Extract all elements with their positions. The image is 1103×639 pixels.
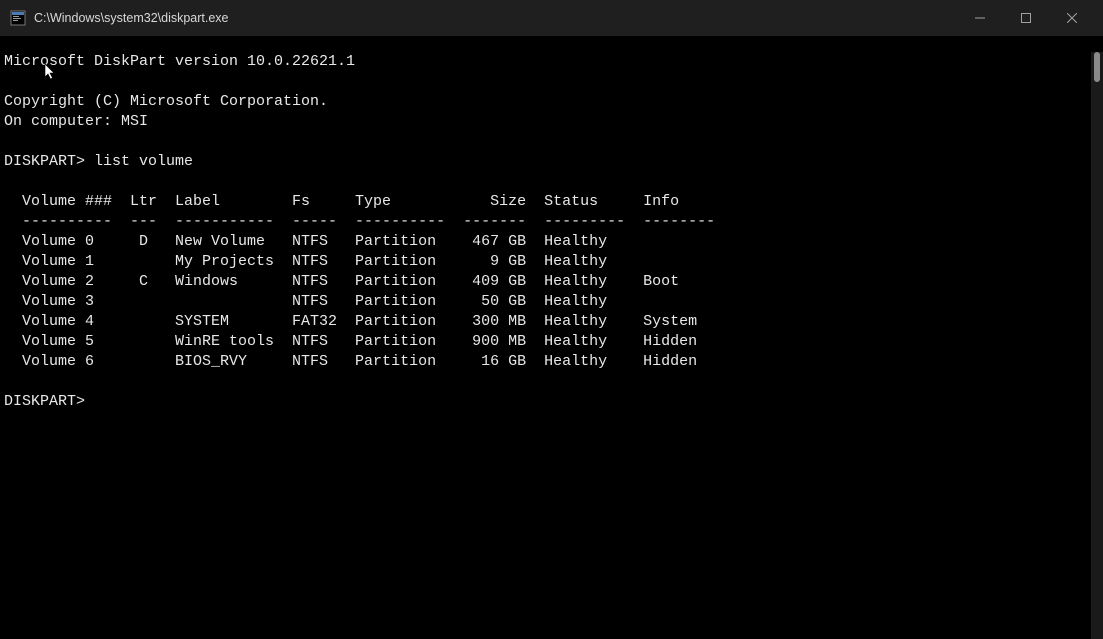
app-icon xyxy=(10,10,26,26)
terminal-area[interactable]: Microsoft DiskPart version 10.0.22621.1 … xyxy=(0,36,1103,639)
close-button[interactable] xyxy=(1049,0,1095,36)
window-title: C:\Windows\system32\diskpart.exe xyxy=(34,11,957,25)
scrollbar-thumb[interactable] xyxy=(1094,52,1100,82)
minimize-button[interactable] xyxy=(957,0,1003,36)
scrollbar[interactable] xyxy=(1091,52,1103,639)
window-controls xyxy=(957,0,1095,36)
terminal-output: Microsoft DiskPart version 10.0.22621.1 … xyxy=(4,52,1091,639)
titlebar: C:\Windows\system32\diskpart.exe xyxy=(0,0,1103,36)
maximize-button[interactable] xyxy=(1003,0,1049,36)
